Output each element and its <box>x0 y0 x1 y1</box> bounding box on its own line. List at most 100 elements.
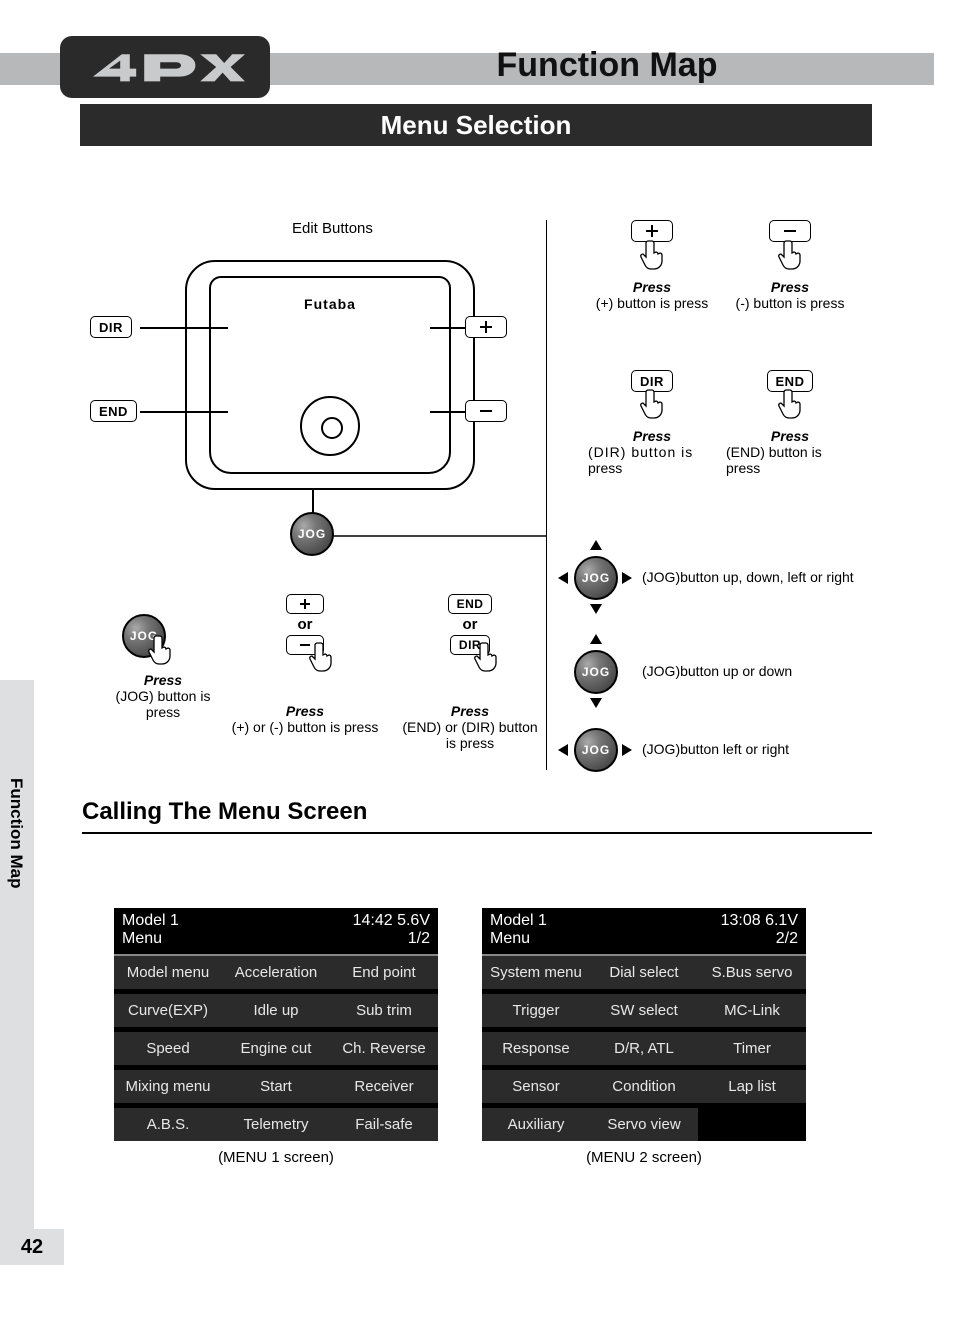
logo-4px-icon <box>85 49 245 85</box>
jog-icon: JOG <box>574 728 618 772</box>
menu-page: 1/2 <box>408 930 430 948</box>
menu-cell[interactable]: Receiver <box>330 1069 438 1103</box>
jog-icon: JOG <box>574 556 618 600</box>
leader-line <box>140 411 228 413</box>
diagram-area: Edit Buttons Futaba DIR END JOG <box>70 220 890 790</box>
end-dir-caption-1: (END) or (DIR) button <box>390 719 550 735</box>
menu-grid: System menuDial selectS.Bus servo Trigger… <box>482 954 806 1141</box>
menu-page: 2/2 <box>776 930 798 948</box>
menu-voltage: 5.6V <box>397 912 430 929</box>
hand-press-icon <box>778 239 806 271</box>
menu-cell[interactable]: Response <box>482 1031 590 1065</box>
arrow-right-icon <box>622 744 632 756</box>
menu-model: Model 1 <box>122 912 179 930</box>
menu-cell[interactable]: Timer <box>698 1031 806 1065</box>
leader-line <box>430 327 466 329</box>
jog-ud-caption: (JOG)button up or down <box>642 663 792 679</box>
press-label: Press <box>720 279 860 295</box>
minus-press-group: Press (-) button is press <box>720 220 860 311</box>
plus-icon <box>299 598 311 610</box>
menu-cell[interactable]: Curve(EXP) <box>114 993 222 1027</box>
menu-cell[interactable]: Lap list <box>698 1069 806 1103</box>
menu-1-screen: Model 1 14:42 5.6V Menu 1/2 Model menuAc… <box>114 908 438 1141</box>
minus-caption: (-) button is press <box>720 295 860 311</box>
dir-caption-1: (DIR) button is <box>582 444 722 460</box>
page-number-box: 42 <box>0 1229 64 1265</box>
menu-cell[interactable]: Fail-safe <box>330 1107 438 1141</box>
plus-icon <box>479 320 493 334</box>
menu-screens: Model 1 14:42 5.6V Menu 1/2 Model menuAc… <box>114 908 806 1166</box>
menu-cell[interactable]: SW select <box>590 993 698 1027</box>
page-number: 42 <box>21 1236 43 1259</box>
menu-cell[interactable]: S.Bus servo <box>698 954 806 989</box>
plus-icon <box>645 224 659 238</box>
press-label: Press <box>225 703 385 719</box>
menu-cell[interactable]: Sensor <box>482 1069 590 1103</box>
menu-cell <box>698 1107 806 1141</box>
menu-2-wrapper: Model 1 13:08 6.1V Menu 2/2 System menuD… <box>482 908 806 1166</box>
menu-1-wrapper: Model 1 14:42 5.6V Menu 1/2 Model menuAc… <box>114 908 438 1166</box>
dir-key: DIR <box>90 316 132 338</box>
menu-cell[interactable]: Model menu <box>114 954 222 989</box>
leader-line <box>430 411 466 413</box>
minus-key <box>465 400 507 422</box>
menu-cell[interactable]: System menu <box>482 954 590 989</box>
menu-cell[interactable]: Mixing menu <box>114 1069 222 1103</box>
menu-label: Menu <box>490 930 530 948</box>
menu-cell[interactable]: Sub trim <box>330 993 438 1027</box>
press-label: Press <box>720 428 860 444</box>
menu-cell[interactable]: Engine cut <box>222 1031 330 1065</box>
jog-icon: JOG <box>290 512 334 556</box>
menu-2-screen: Model 1 13:08 6.1V Menu 2/2 System menuD… <box>482 908 806 1141</box>
menu-cell[interactable]: Servo view <box>590 1107 698 1141</box>
end-caption-1: (END) button is <box>720 444 860 460</box>
arrow-up-icon <box>590 540 602 550</box>
hand-press-icon <box>148 634 176 666</box>
menu-cell[interactable]: Auxiliary <box>482 1107 590 1141</box>
jog-press-caption: (JOG) button is press <box>98 688 228 720</box>
menu-header: Model 1 13:08 6.1V Menu 2/2 <box>482 908 806 954</box>
menu-cell[interactable]: Speed <box>114 1031 222 1065</box>
page-title: Function Map <box>300 46 914 85</box>
plus-caption: (+) button is press <box>582 295 722 311</box>
menu-cell[interactable]: Telemetry <box>222 1107 330 1141</box>
menu-cell[interactable]: Dial select <box>590 954 698 989</box>
menu-cell[interactable]: D/R, ATL <box>590 1031 698 1065</box>
press-label: Press <box>98 672 228 688</box>
menu-grid: Model menuAccelerationEnd point Curve(EXP… <box>114 954 438 1141</box>
menu-cell[interactable]: Idle up <box>222 993 330 1027</box>
end-key: END <box>448 594 493 614</box>
minus-icon <box>783 224 797 238</box>
hand-press-icon <box>309 641 337 673</box>
hand-press-icon <box>474 641 502 673</box>
or-label: or <box>390 616 550 633</box>
plus-key <box>286 594 324 614</box>
jog-ud-group: JOG (JOG)button up or down <box>560 636 890 706</box>
subtitle-bar: Menu Selection <box>80 104 872 146</box>
menu-cell[interactable]: Trigger <box>482 993 590 1027</box>
menu-cell[interactable]: A.B.S. <box>114 1107 222 1141</box>
transmitter-device: Futaba <box>185 260 475 490</box>
menu-cell[interactable]: Condition <box>590 1069 698 1103</box>
end-dir-group: END or DIR Press (END) or (DIR) button i… <box>390 594 550 751</box>
end-key: END <box>90 400 137 422</box>
side-tab-label: Function Map <box>6 778 26 888</box>
menu-cell[interactable]: Acceleration <box>222 954 330 989</box>
menu-2-caption: (MENU 2 screen) <box>482 1149 806 1166</box>
leader-line <box>312 488 314 514</box>
or-label: or <box>225 616 385 633</box>
press-label: Press <box>582 428 722 444</box>
jog-knob <box>300 396 360 456</box>
jog-udlr-caption: (JOG)button up, down, left or right <box>642 569 854 585</box>
end-press-group: END Press (END) button is press <box>720 370 860 476</box>
menu-cell[interactable]: MC-Link <box>698 993 806 1027</box>
menu-cell[interactable]: Ch. Reverse <box>330 1031 438 1065</box>
plus-press-group: Press (+) button is press <box>582 220 722 311</box>
arrow-left-icon <box>558 744 568 756</box>
menu-cell[interactable]: Start <box>222 1069 330 1103</box>
dir-press-group: DIR Press (DIR) button is press <box>582 370 722 476</box>
menu-cell[interactable]: End point <box>330 954 438 989</box>
end-caption-2: press <box>720 460 860 476</box>
hand-press-icon <box>640 239 668 271</box>
jog-lr-group: JOG (JOG)button left or right <box>560 722 890 776</box>
